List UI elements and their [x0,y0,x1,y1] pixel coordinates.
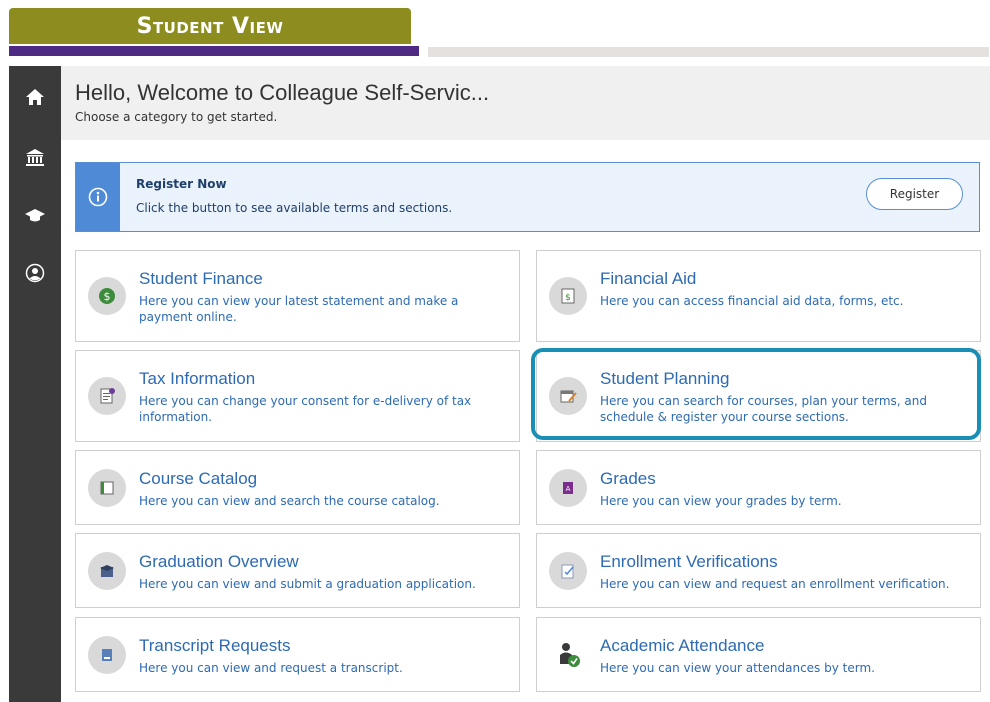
main-content: Hello, Welcome to Colleague Self-Servic.… [61,66,990,702]
institution-icon[interactable] [9,142,61,172]
card-course-catalog[interactable]: Course Catalog Here you can view and sea… [75,450,520,525]
card-title[interactable]: Academic Attendance [600,636,764,656]
sidebar [9,66,61,702]
page-subtitle: Choose a category to get started. [75,110,278,124]
banner-purple-bar [9,46,419,56]
home-icon[interactable] [9,82,61,112]
card-desc: Here you can change your consent for e-d… [139,394,472,424]
card-grades[interactable]: A Grades Here you can view your grades b… [536,450,981,525]
register-alert: Register Now Click the button to see ava… [75,162,980,232]
verification-icon [549,552,587,590]
card-title[interactable]: Enrollment Verifications [600,552,778,572]
alert-strip [76,163,120,231]
graduation-icon [88,552,126,590]
svg-text:A: A [566,485,571,493]
dollar-icon: $ [88,277,126,315]
svg-text:$: $ [565,293,571,303]
card-transcript-requests[interactable]: Transcript Requests Here you can view an… [75,617,520,692]
banner-gray-bar [428,47,989,57]
register-button[interactable]: Register [866,178,963,210]
page-header: Hello, Welcome to Colleague Self-Servic.… [61,66,990,140]
card-desc: Here you can view and request an enrollm… [600,577,950,591]
alert-title: Register Now [136,177,227,191]
card-enrollment-verifications[interactable]: Enrollment Verifications Here you can vi… [536,533,981,608]
alert-text: Click the button to see available terms … [136,201,453,215]
card-desc: Here you can view and request a transcri… [139,661,403,675]
card-financial-aid[interactable]: $ Financial Aid Here you can access fina… [536,250,981,342]
card-title[interactable]: Student Planning [600,369,730,389]
card-graduation-overview[interactable]: Graduation Overview Here you can view an… [75,533,520,608]
tax-form-icon [88,377,126,415]
card-title[interactable]: Graduation Overview [139,552,299,572]
card-title[interactable]: Grades [600,469,656,489]
calendar-planning-icon [549,377,587,415]
card-desc: Here you can search for courses, plan yo… [600,394,927,424]
svg-text:$: $ [104,290,111,303]
transcript-icon [88,636,126,674]
card-title[interactable]: Financial Aid [600,269,696,289]
card-desc: Here you can view your latest statement … [139,294,459,324]
financial-aid-icon: $ [549,277,587,315]
card-desc: Here you can access financial aid data, … [600,294,904,308]
book-icon [88,469,126,507]
card-title[interactable]: Tax Information [139,369,255,389]
card-desc: Here you can view and search the course … [139,494,440,508]
card-title[interactable]: Course Catalog [139,469,257,489]
card-desc: Here you can view your attendances by te… [600,661,875,675]
attendance-icon [549,636,587,674]
card-student-finance[interactable]: $ Student Finance Here you can view your… [75,250,520,342]
card-title[interactable]: Transcript Requests [139,636,290,656]
card-desc: Here you can view and submit a graduatio… [139,577,476,591]
user-icon[interactable] [9,258,61,288]
card-academic-attendance[interactable]: Academic Attendance Here you can view yo… [536,617,981,692]
card-title[interactable]: Student Finance [139,269,263,289]
graduation-cap-icon[interactable] [9,200,61,230]
page-title: Hello, Welcome to Colleague Self-Servic.… [75,80,490,105]
card-desc: Here you can view your grades by term. [600,494,842,508]
student-view-banner: Student View [9,8,411,44]
card-tax-information[interactable]: Tax Information Here you can change your… [75,350,520,442]
info-icon [88,187,108,207]
grade-icon: A [549,469,587,507]
card-student-planning[interactable]: Student Planning Here you can search for… [536,350,981,442]
